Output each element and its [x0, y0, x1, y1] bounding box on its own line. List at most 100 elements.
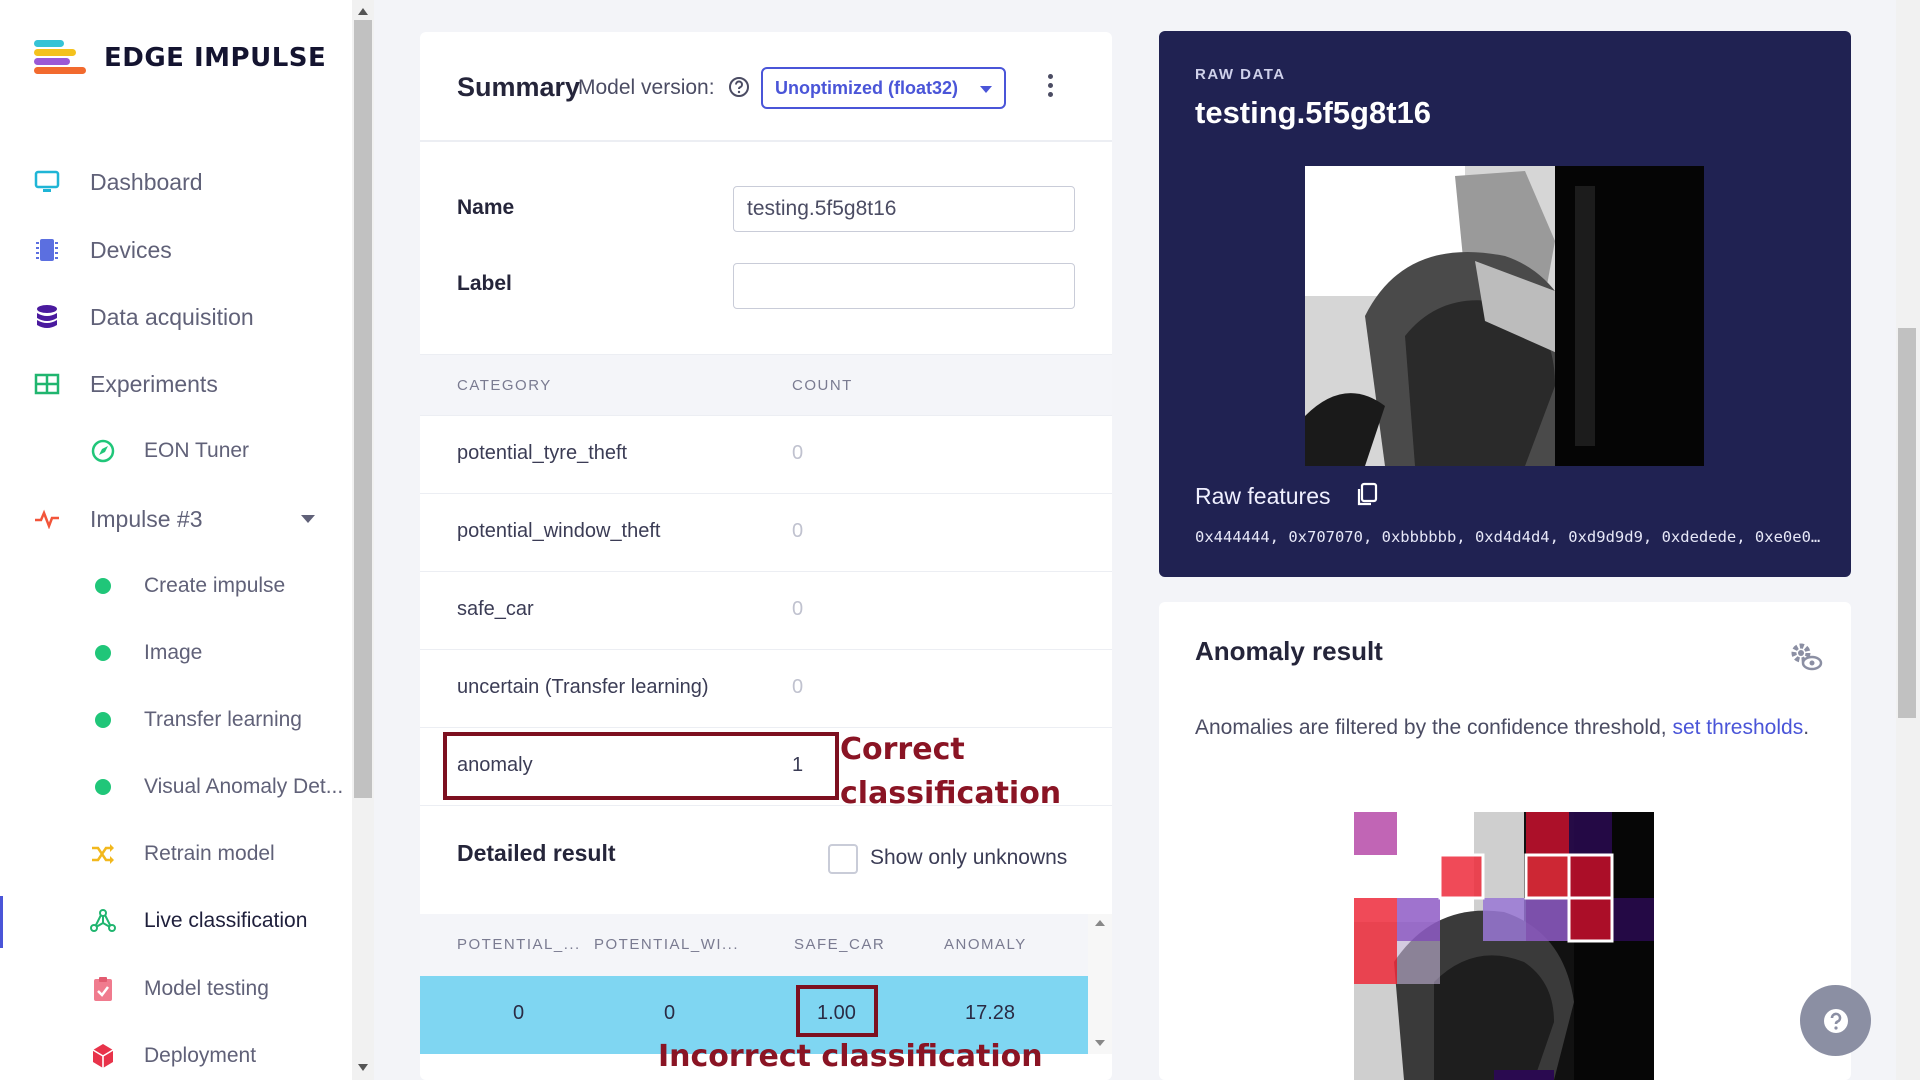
clipboard-check-icon: [89, 975, 117, 1003]
status-dot-icon: [89, 706, 117, 734]
sidebar-scrollbar-thumb[interactable]: [354, 20, 372, 798]
label-label: Label: [457, 272, 512, 295]
sidebar-item-label: Retrain model: [144, 842, 275, 865]
sidebar-item-retrain-model[interactable]: Retrain model: [0, 826, 352, 882]
sidebar-item-label: Image: [144, 641, 203, 664]
status-dot-icon: [89, 572, 117, 600]
raw-data-title: testing.5f5g8t16: [1195, 95, 1432, 130]
chevron-down-icon[interactable]: [301, 515, 315, 523]
sidebar-item-data-acquisition[interactable]: Data acquisition: [0, 289, 352, 345]
page-scrollbar-thumb[interactable]: [1898, 328, 1916, 718]
anomaly-description: Anomalies are filtered by the confidence…: [1195, 712, 1815, 743]
sidebar-scrollbar[interactable]: [352, 0, 374, 1080]
sidebar-item-deployment[interactable]: Deployment: [0, 1028, 352, 1080]
sidebar-item-dashboard[interactable]: Dashboard: [0, 154, 352, 210]
annotation-correct-classification: Correct classification: [840, 732, 1062, 811]
sidebar-item-label: Deployment: [144, 1044, 257, 1067]
detail-table-scrollbar[interactable]: [1088, 914, 1112, 1054]
detail-table-header: POTENTIAL_... POTENTIAL_WI... SAFE_CAR A…: [420, 914, 1088, 976]
more-options-icon[interactable]: [1048, 74, 1054, 101]
status-dot-icon: [89, 639, 117, 667]
column-header: ANOMALY: [944, 936, 1027, 953]
category-name: potential_window_theft: [457, 520, 661, 542]
label-field[interactable]: [733, 263, 1075, 309]
category-name: uncertain (Transfer learning): [457, 676, 709, 698]
model-version-label: Model version:: [578, 76, 715, 99]
brand-logo[interactable]: EDGE IMPULSE: [34, 38, 326, 78]
sidebar-item-label: Create impulse: [144, 574, 286, 597]
edge-impulse-logo-icon: [34, 38, 86, 78]
table-row: potential_tyre_theft 0: [420, 416, 1112, 494]
name-field[interactable]: testing.5f5g8t16: [733, 186, 1075, 232]
sidebar-item-devices[interactable]: Devices: [0, 222, 352, 278]
category-count: 0: [792, 676, 804, 698]
category-name: potential_tyre_theft: [457, 442, 628, 464]
annotation-highlight-box: [796, 985, 878, 1037]
column-header-count: COUNT: [792, 377, 853, 394]
sidebar-item-experiments[interactable]: Experiments: [0, 356, 352, 412]
raw-features-label: Raw features: [1195, 483, 1331, 509]
sidebar-item-label: Devices: [90, 236, 172, 263]
sidebar-item-label: Dashboard: [90, 168, 203, 195]
column-header: SAFE_CAR: [794, 936, 886, 953]
anomaly-description-end: .: [1803, 716, 1810, 739]
scroll-up-arrow-icon[interactable]: [358, 8, 368, 15]
chip-icon: [33, 236, 61, 264]
sidebar-item-label: Visual Anomaly Det...: [144, 775, 344, 798]
sidebar-item-visual-anomaly-detection[interactable]: Visual Anomaly Det...: [0, 759, 352, 815]
table-row: safe_car 0: [420, 572, 1112, 650]
raw-data-card: RAW DATA testing.5f5g8t16 Raw features 0…: [1159, 31, 1851, 577]
pulse-icon: [33, 505, 61, 533]
category-count: 0: [792, 598, 804, 620]
status-dot-icon: [89, 773, 117, 801]
sidebar-item-model-testing[interactable]: Model testing: [0, 961, 352, 1017]
scroll-down-arrow-icon[interactable]: [358, 1064, 368, 1071]
question-mark-icon: [1823, 1008, 1848, 1033]
anomaly-description-text: Anomalies are filtered by the confidence…: [1195, 716, 1673, 739]
scroll-up-arrow-icon[interactable]: [1095, 920, 1105, 926]
annotation-highlight-box: [443, 732, 839, 800]
help-circle-icon[interactable]: [728, 76, 750, 98]
set-thresholds-link[interactable]: set thresholds: [1672, 716, 1803, 739]
grid-icon: [33, 370, 61, 398]
sidebar-item-label: Live classification: [144, 909, 308, 932]
show-unknowns-checkbox[interactable]: [828, 844, 858, 874]
sidebar-item-impulse[interactable]: Impulse #3: [0, 491, 352, 547]
sidebar-item-image[interactable]: Image: [0, 625, 352, 681]
monitor-icon: [33, 168, 61, 196]
shuffle-icon: [89, 840, 117, 868]
help-button[interactable]: [1800, 985, 1871, 1056]
compass-icon: [89, 437, 117, 465]
column-header: POTENTIAL_...: [457, 936, 581, 953]
copy-icon[interactable]: [1355, 482, 1379, 508]
scroll-down-arrow-icon[interactable]: [1095, 1040, 1105, 1046]
sidebar-item-label: Data acquisition: [90, 303, 254, 330]
sidebar-item-eon-tuner[interactable]: EON Tuner: [0, 423, 352, 479]
raw-sample-image: [1305, 166, 1704, 466]
database-icon: [33, 303, 61, 331]
sidebar-item-label: Impulse #3: [90, 505, 203, 532]
sidebar-item-live-classification[interactable]: Live classification: [0, 893, 352, 949]
table-row: uncertain (Transfer learning) 0: [420, 650, 1112, 728]
anomaly-result-card: Anomaly result Anomalies are filtered by…: [1159, 602, 1851, 1080]
model-version-select[interactable]: Unoptimized (float32): [761, 67, 1006, 109]
anomaly-result-title: Anomaly result: [1195, 636, 1383, 666]
brand-name: EDGE IMPULSE: [104, 43, 327, 73]
detail-cell: 0: [664, 1002, 676, 1024]
detail-cell: 17.28: [965, 1002, 1016, 1024]
sidebar-item-create-impulse[interactable]: Create impulse: [0, 558, 352, 614]
column-header-category: CATEGORY: [457, 377, 552, 394]
summary-title: Summary: [457, 72, 581, 102]
sidebar-item-label: Experiments: [90, 370, 218, 397]
category-count: 0: [792, 520, 804, 542]
annotation-incorrect-classification: Incorrect classification: [658, 1039, 1043, 1074]
category-name: safe_car: [457, 598, 534, 620]
detail-cell: 0: [513, 1002, 525, 1024]
page-scrollbar[interactable]: [1896, 0, 1920, 1080]
settings-gear-icon[interactable]: [1787, 640, 1823, 672]
detailed-result-title: Detailed result: [457, 840, 616, 866]
network-icon: [89, 907, 117, 935]
category-count: 0: [792, 442, 804, 464]
sidebar-item-transfer-learning[interactable]: Transfer learning: [0, 692, 352, 748]
sidebar-item-label: Transfer learning: [144, 708, 302, 731]
